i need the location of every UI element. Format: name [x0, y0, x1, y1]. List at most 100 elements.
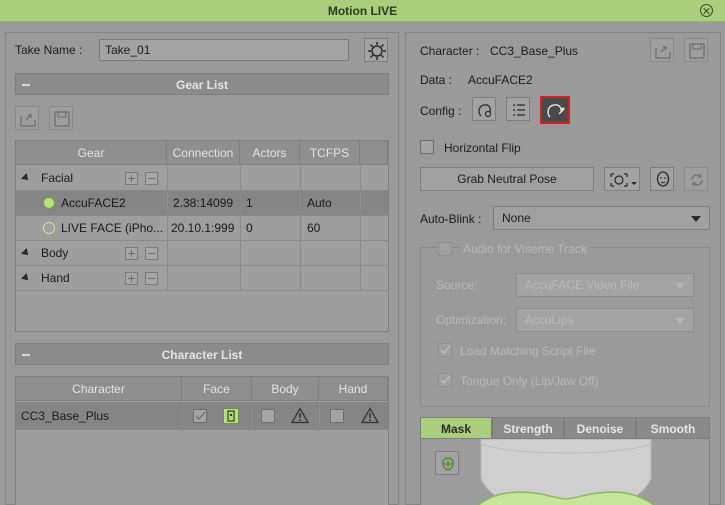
column-header-face[interactable]: Face: [182, 377, 252, 401]
data-label: Data :: [420, 73, 453, 87]
tongue-only-label: Tongue Only (Lip/Jaw Off): [460, 374, 599, 388]
column-header-character[interactable]: Character: [16, 377, 182, 401]
source-select[interactable]: AccuFACE Video File: [516, 273, 694, 297]
column-header-actors[interactable]: Actors: [240, 141, 300, 165]
source-label: Source:: [436, 278, 478, 292]
gear-table: Gear Connection Actors TCFPS Facial Accu…: [15, 140, 389, 332]
status-dot-icon: [43, 222, 55, 234]
export-button[interactable]: [650, 38, 674, 62]
expand-arrow-icon[interactable]: [21, 248, 31, 258]
column-divider: [300, 166, 301, 291]
mask-select-button[interactable]: [435, 451, 459, 475]
gear-group-hand[interactable]: Hand: [16, 266, 388, 291]
gear-tcfps: 60: [307, 221, 321, 235]
gear-connection: 20.10.1:999: [171, 221, 235, 235]
column-divider: [167, 166, 168, 291]
add-gear-button[interactable]: [125, 172, 138, 185]
window-title: Motion LIVE: [327, 4, 398, 18]
expand-arrow-icon[interactable]: [21, 273, 31, 283]
optimization-value: AccuLips: [525, 313, 574, 327]
body-checkbox[interactable]: [261, 409, 275, 423]
column-header-gear[interactable]: Gear: [16, 141, 167, 165]
tab-denoise[interactable]: Denoise: [564, 417, 636, 439]
character-row[interactable]: CC3_Base_Plus: [16, 402, 388, 430]
optimization-label: Optimization:: [436, 313, 507, 327]
warning-icon: [290, 407, 310, 427]
gear-row[interactable]: LIVE FACE (iPho... 20.10.1:999 0 60: [16, 216, 388, 241]
check-icon: [440, 375, 451, 384]
auto-blink-label: Auto-Blink :: [420, 212, 482, 226]
face-settings-icon: [478, 104, 492, 118]
add-gear-button[interactable]: [125, 247, 138, 260]
close-icon[interactable]: [700, 4, 713, 17]
remove-gear-button[interactable]: [145, 247, 158, 260]
horizontal-flip-checkbox[interactable]: [420, 140, 434, 154]
face-checkbox[interactable]: [193, 409, 207, 423]
gear-list-header[interactable]: Gear List: [15, 73, 389, 95]
hand-checkbox[interactable]: [330, 409, 344, 423]
status-dot-icon: [43, 197, 55, 209]
character-list-header[interactable]: Character List: [15, 343, 389, 365]
take-name-input[interactable]: Take_01: [99, 39, 349, 61]
face-tracking-icon: [547, 104, 565, 118]
add-gear-button[interactable]: [125, 272, 138, 285]
title-bar: Motion LIVE: [0, 0, 725, 22]
gear-group-body[interactable]: Body: [16, 241, 388, 266]
save-button[interactable]: [684, 38, 708, 62]
reset-button[interactable]: [684, 167, 708, 191]
face-mask-icon: [442, 457, 454, 471]
audio-viseme-checkbox[interactable]: [438, 242, 452, 256]
character-table: Character Face Body Hand CC3_Base_Plus: [15, 376, 389, 505]
face-device-icon[interactable]: [223, 408, 239, 424]
column-header-body[interactable]: Body: [252, 377, 319, 401]
horizontal-flip-label: Horizontal Flip: [444, 141, 521, 155]
audio-viseme-label: Audio for Viseme Track: [460, 242, 590, 256]
gear-group-facial[interactable]: Facial: [16, 166, 388, 191]
config-face-tracking-button[interactable]: [540, 96, 570, 124]
gear-actors: 1: [246, 196, 253, 210]
config-face-settings-button[interactable]: [472, 97, 496, 121]
tab-smooth[interactable]: Smooth: [636, 417, 710, 439]
column-header-hand[interactable]: Hand: [319, 377, 388, 401]
optimization-select[interactable]: AccuLips: [516, 308, 694, 332]
gear-group-label: Body: [41, 246, 69, 260]
load-matching-script-checkbox[interactable]: [438, 343, 452, 357]
auto-blink-value: None: [502, 211, 531, 225]
column-divider: [252, 402, 253, 430]
config-list-button[interactable]: [506, 97, 530, 121]
column-header-extra: [360, 141, 388, 165]
check-icon: [440, 345, 451, 354]
face-mask-image: [477, 439, 655, 505]
save-gear-button[interactable]: [49, 106, 73, 130]
mask-tabs: Mask Strength Denoise Smooth: [420, 417, 710, 439]
column-header-connection[interactable]: Connection: [167, 141, 240, 165]
gear-name: AccuFACE2: [61, 196, 126, 210]
settings-button[interactable]: [364, 38, 388, 62]
neutral-pose-options-button[interactable]: [604, 167, 640, 191]
mask-preview[interactable]: [420, 439, 710, 505]
column-header-tcfps[interactable]: TCFPS: [300, 141, 360, 165]
check-icon: [195, 411, 206, 420]
head-button[interactable]: [650, 167, 674, 191]
import-gear-button[interactable]: [15, 106, 39, 130]
expand-arrow-icon[interactable]: [21, 173, 31, 183]
column-divider: [360, 166, 361, 291]
config-label: Config :: [420, 104, 462, 118]
gear-tcfps: Auto: [307, 196, 332, 210]
gear-connection: 2.38:14099: [173, 196, 234, 210]
gear-name: LIVE FACE (iPho...: [61, 221, 164, 235]
list-icon: [513, 104, 525, 116]
remove-gear-button[interactable]: [145, 272, 158, 285]
character-name: CC3_Base_Plus: [21, 409, 110, 423]
tab-strength[interactable]: Strength: [492, 417, 564, 439]
auto-blink-select[interactable]: None: [493, 206, 710, 230]
grab-neutral-pose-button[interactable]: Grab Neutral Pose: [420, 167, 594, 191]
import-icon: [20, 114, 36, 127]
data-value: AccuFACE2: [468, 73, 533, 87]
right-panel: Character : CC3_Base_Plus Data : AccuFAC…: [405, 32, 721, 505]
gear-row[interactable]: AccuFACE2 2.38:14099 1 Auto: [16, 191, 388, 216]
warning-icon: [360, 407, 380, 427]
tongue-only-checkbox[interactable]: [438, 373, 452, 387]
tab-mask[interactable]: Mask: [420, 417, 492, 439]
remove-gear-button[interactable]: [145, 172, 158, 185]
